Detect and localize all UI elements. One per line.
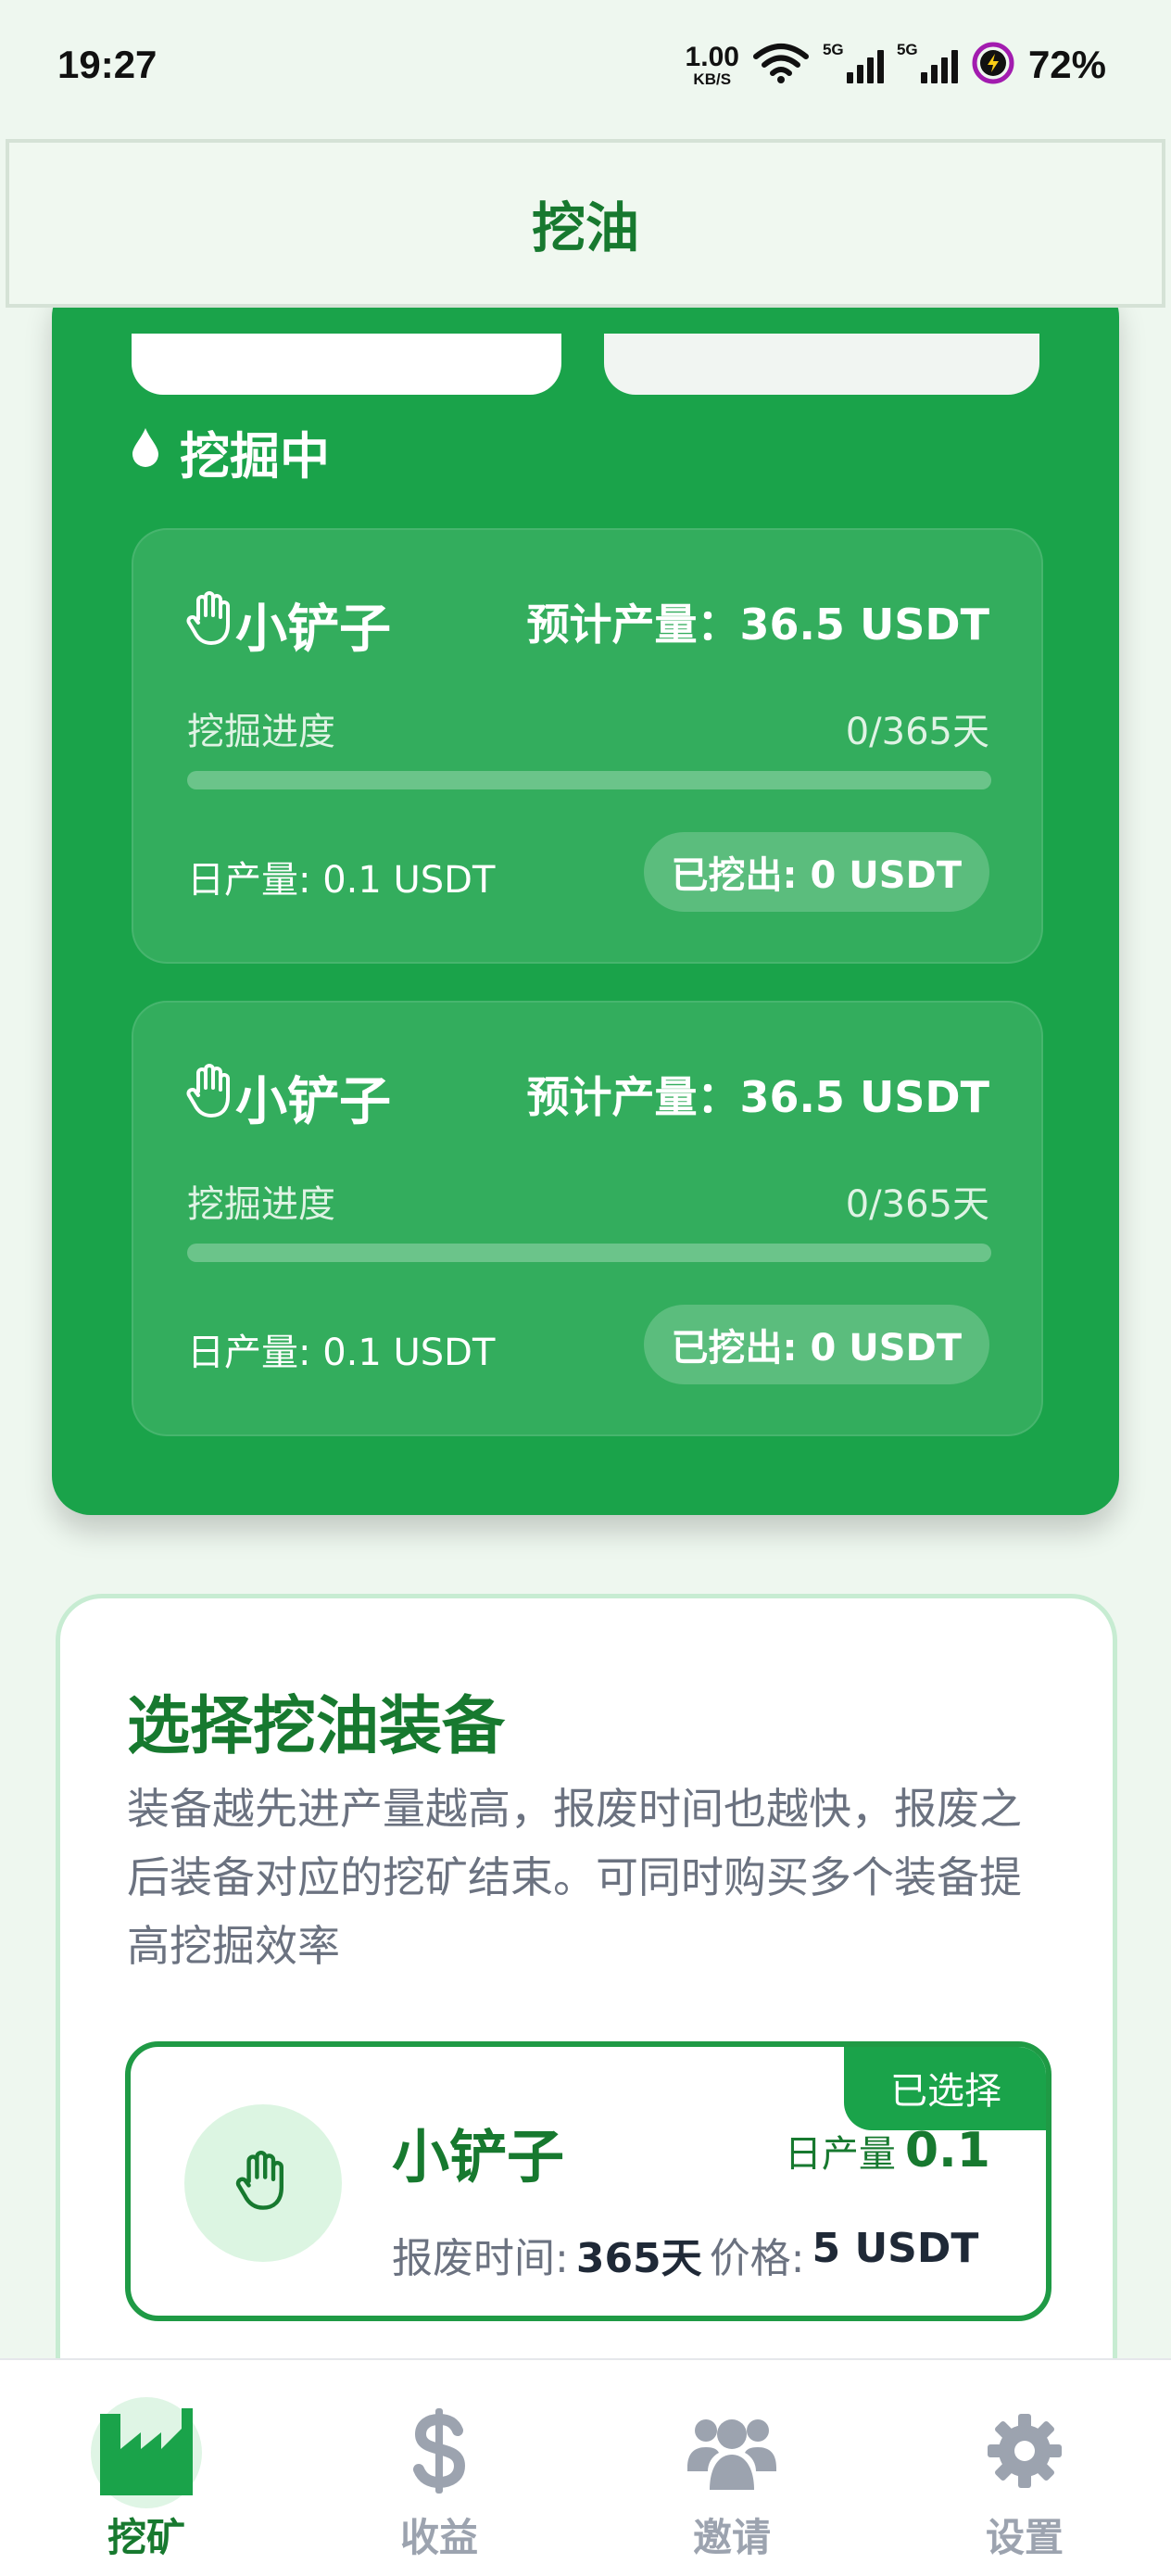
equipment-meta: 报废时间: 365天 价格: 5 USDT	[392, 2225, 978, 2284]
hand-icon	[185, 1064, 237, 1123]
bottom-nav: 挖矿 收益 邀请 设置	[0, 2358, 1171, 2576]
card-estimate: 预计产量：36.5 USDT	[526, 1072, 989, 1122]
progress-label: 挖掘进度	[187, 1183, 335, 1226]
users-icon	[687, 2405, 776, 2497]
battery-percent: 72%	[1027, 43, 1106, 86]
progress-bar	[187, 1244, 991, 1262]
scrap-label: 报废时间:	[392, 2235, 569, 2282]
mining-card: 小铲子 预计产量：36.5 USDT 挖掘进度 0/365天 日产量: 0.1 …	[132, 528, 1043, 964]
signal-icon: 5G	[897, 41, 958, 83]
progress-label: 挖掘进度	[187, 711, 335, 753]
network-type-2: 5G	[896, 41, 918, 58]
network-speed: 1.00 KB/S	[685, 41, 739, 88]
equipment-daily-label: 日产量	[784, 2133, 896, 2176]
nav-label: 邀请	[692, 2515, 771, 2560]
status-icons: 1.00 KB/S 5G 5G 72%	[686, 37, 1106, 93]
equipment-daily: 日产量 0.1	[785, 2123, 990, 2178]
factory-icon	[98, 2405, 195, 2497]
mining-panel: 挖掘中 小铲子 预计产量：36.5 USDT 挖掘进度 0/365天 日产量: …	[52, 278, 1119, 1515]
equipment-icon-circle	[184, 2104, 342, 2262]
price-label: 价格:	[709, 2235, 805, 2282]
battery-charging-icon	[971, 41, 1015, 89]
equipment-description: 装备越先进产量越高，报废时间也越快，报废之后装备对应的挖矿结束。可同时购买多个装…	[127, 1784, 1022, 1971]
app-header: 挖油	[6, 139, 1165, 308]
scrap-value: 365天	[575, 2235, 702, 2282]
nav-item-mining[interactable]: 挖矿	[0, 2360, 293, 2576]
progress-value: 0/365天	[845, 1183, 989, 1226]
mining-card: 小铲子 预计产量：36.5 USDT 挖掘进度 0/365天 日产量: 0.1 …	[132, 1001, 1043, 1436]
progress-bar	[187, 771, 991, 789]
daily-output: 日产量: 0.1 USDT	[187, 1332, 496, 1374]
network-speed-unit: KB/S	[693, 69, 732, 88]
status-time: 19:27	[57, 43, 157, 86]
nav-label: 挖矿	[107, 2515, 185, 2560]
progress-value: 0/365天	[845, 711, 989, 753]
nav-label: 收益	[399, 2515, 478, 2560]
wifi-icon	[752, 42, 810, 88]
signal-icon: 5G	[823, 41, 884, 83]
equipment-option[interactable]: 已选择 小铲子 日产量 0.1 报废时间: 365天 价格: 5 USDT	[125, 2041, 1051, 2321]
nav-item-settings[interactable]: 设置	[878, 2360, 1171, 2576]
mining-section-label: 挖掘中	[180, 427, 330, 486]
panel-tab-right[interactable]	[604, 334, 1039, 395]
card-name: 小铲子	[235, 1072, 391, 1132]
equipment-title: 选择挖油装备	[127, 1690, 506, 1763]
nav-label: 设置	[985, 2515, 1064, 2560]
droplet-icon	[130, 423, 161, 481]
selected-badge: 已选择	[844, 2047, 1046, 2130]
card-name: 小铲子	[235, 600, 391, 660]
mined-amount-badge: 已挖出: 0 USDT	[643, 832, 989, 912]
nav-item-invite[interactable]: 邀请	[586, 2360, 878, 2576]
equipment-name: 小铲子	[392, 2123, 565, 2191]
network-type-1: 5G	[822, 41, 844, 58]
network-speed-value: 1.00	[685, 41, 739, 72]
mining-section-title: 挖掘中	[130, 415, 330, 488]
nav-item-earnings[interactable]: 收益	[293, 2360, 586, 2576]
daily-output: 日产量: 0.1 USDT	[187, 859, 496, 902]
card-estimate: 预计产量：36.5 USDT	[526, 600, 989, 650]
gear-icon	[988, 2405, 1062, 2497]
dollar-icon	[411, 2405, 467, 2497]
hand-icon	[234, 2151, 292, 2216]
mined-amount-badge: 已挖出: 0 USDT	[643, 1305, 989, 1384]
status-bar: 19:27 1.00 KB/S 5G 5G 72%	[0, 0, 1171, 134]
equipment-daily-value: 0.1	[904, 2123, 990, 2178]
price-value: 5 USDT	[812, 2225, 979, 2272]
page-title: 挖油	[531, 196, 639, 259]
hand-icon	[185, 591, 237, 650]
panel-tab-left[interactable]	[132, 334, 561, 395]
